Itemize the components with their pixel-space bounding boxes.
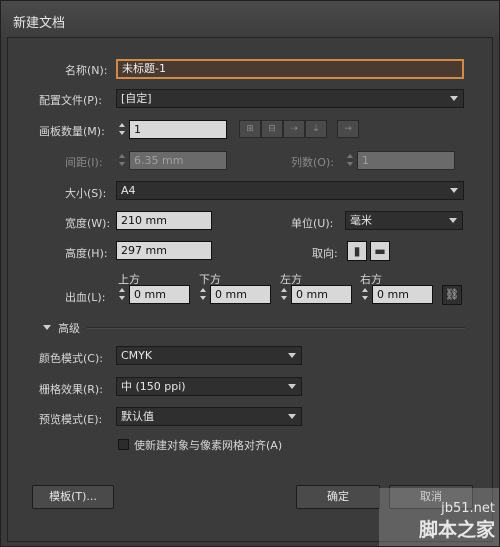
advanced-label[interactable]: 高级 — [58, 320, 80, 336]
profile-label: 配置文件(P): — [39, 94, 102, 107]
artboards-stepper[interactable] — [117, 120, 128, 139]
artboards-label: 画板数量(M): — [39, 125, 105, 138]
grid-by-row-icon[interactable]: ⊞ — [239, 120, 261, 138]
name-label: 名称(N): — [65, 64, 108, 77]
columns-stepper[interactable] — [345, 151, 356, 170]
arrange-by-row-icon[interactable]: ⇢ — [283, 120, 305, 138]
raster-dropdown[interactable]: 中 (150 ppi) — [116, 377, 302, 396]
height-label: 高度(H): — [65, 247, 108, 260]
right-to-left-icon[interactable]: → — [337, 120, 359, 138]
landscape-icon[interactable]: ▬ — [370, 241, 390, 261]
dialog-title: 新建文档 — [13, 16, 66, 31]
bleed-left-input[interactable]: 0 mm — [291, 285, 352, 304]
chevron-down-icon — [288, 414, 296, 419]
name-input[interactable]: 未标题-1 — [116, 59, 464, 79]
orientation-label: 取向: — [312, 247, 338, 260]
chevron-down-icon — [450, 96, 458, 101]
preview-label: 预览模式(E): — [39, 413, 103, 426]
bleed-label: 出血(L): — [65, 291, 106, 304]
bleed-left-stepper[interactable] — [279, 285, 290, 304]
collapse-triangle-icon[interactable] — [43, 325, 51, 330]
profile-dropdown[interactable]: [自定] — [116, 89, 464, 108]
chevron-down-icon — [450, 188, 458, 193]
units-label: 单位(U): — [291, 217, 334, 230]
width-input[interactable]: 210 mm — [116, 211, 212, 230]
bleed-right-input[interactable]: 0 mm — [372, 285, 433, 304]
units-value: 毫米 — [350, 214, 372, 227]
size-value: A4 — [121, 184, 136, 197]
portrait-icon[interactable]: ▮ — [347, 241, 367, 261]
arrange-by-column-icon[interactable]: ⇣ — [305, 120, 327, 138]
bleed-right-stepper[interactable] — [360, 285, 371, 304]
spacing-stepper[interactable] — [117, 151, 128, 170]
raster-label: 栅格效果(R): — [39, 383, 103, 396]
bleed-bottom-stepper[interactable] — [198, 285, 209, 304]
title-bar[interactable]: 新建文档 — [1, 1, 499, 37]
bleed-top-stepper[interactable] — [117, 285, 128, 304]
chevron-down-icon — [449, 218, 457, 223]
ok-button[interactable]: 确定 — [296, 485, 380, 509]
templates-button[interactable]: 模板(T)... — [32, 485, 114, 509]
bleed-bottom-input[interactable]: 0 mm — [210, 285, 271, 304]
units-dropdown[interactable]: 毫米 — [345, 211, 463, 230]
grid-by-column-icon[interactable]: ⊟ — [261, 120, 283, 138]
link-chain-icon[interactable]: ⛓ — [442, 285, 462, 305]
spacing-input[interactable]: 6.35 mm — [129, 151, 227, 170]
chevron-down-icon — [288, 384, 296, 389]
artboards-input[interactable]: 1 — [129, 120, 227, 139]
advanced-divider — [87, 327, 465, 329]
size-label: 大小(S): — [65, 187, 107, 200]
bleed-top-input[interactable]: 0 mm — [129, 285, 190, 304]
watermark-site: jb51.net — [441, 501, 495, 516]
new-document-dialog: 新建文档 名称(N): 未标题-1 配置文件(P): [自定] 画板数量(M):… — [0, 0, 500, 547]
color-mode-dropdown[interactable]: CMYK — [116, 346, 302, 365]
align-pixel-label[interactable]: 使新建对象与像素网格对齐(A) — [134, 437, 282, 453]
height-input[interactable]: 297 mm — [116, 241, 212, 260]
raster-value: 中 (150 ppi) — [121, 380, 186, 393]
color-mode-value: CMYK — [121, 349, 153, 362]
width-label: 宽度(W): — [65, 217, 111, 230]
spacing-label: 间距(I): — [65, 156, 103, 169]
align-pixel-checkbox[interactable] — [118, 439, 129, 450]
size-dropdown[interactable]: A4 — [116, 181, 464, 200]
preview-dropdown[interactable]: 默认值 — [116, 407, 302, 426]
preview-value: 默认值 — [121, 410, 154, 423]
profile-value: [自定] — [121, 92, 152, 105]
chevron-down-icon — [288, 353, 296, 358]
columns-label: 列数(O): — [291, 156, 334, 169]
watermark-brand: 脚本之家 — [418, 519, 495, 541]
color-mode-label: 颜色模式(C): — [39, 352, 103, 365]
columns-input[interactable]: 1 — [357, 151, 455, 170]
